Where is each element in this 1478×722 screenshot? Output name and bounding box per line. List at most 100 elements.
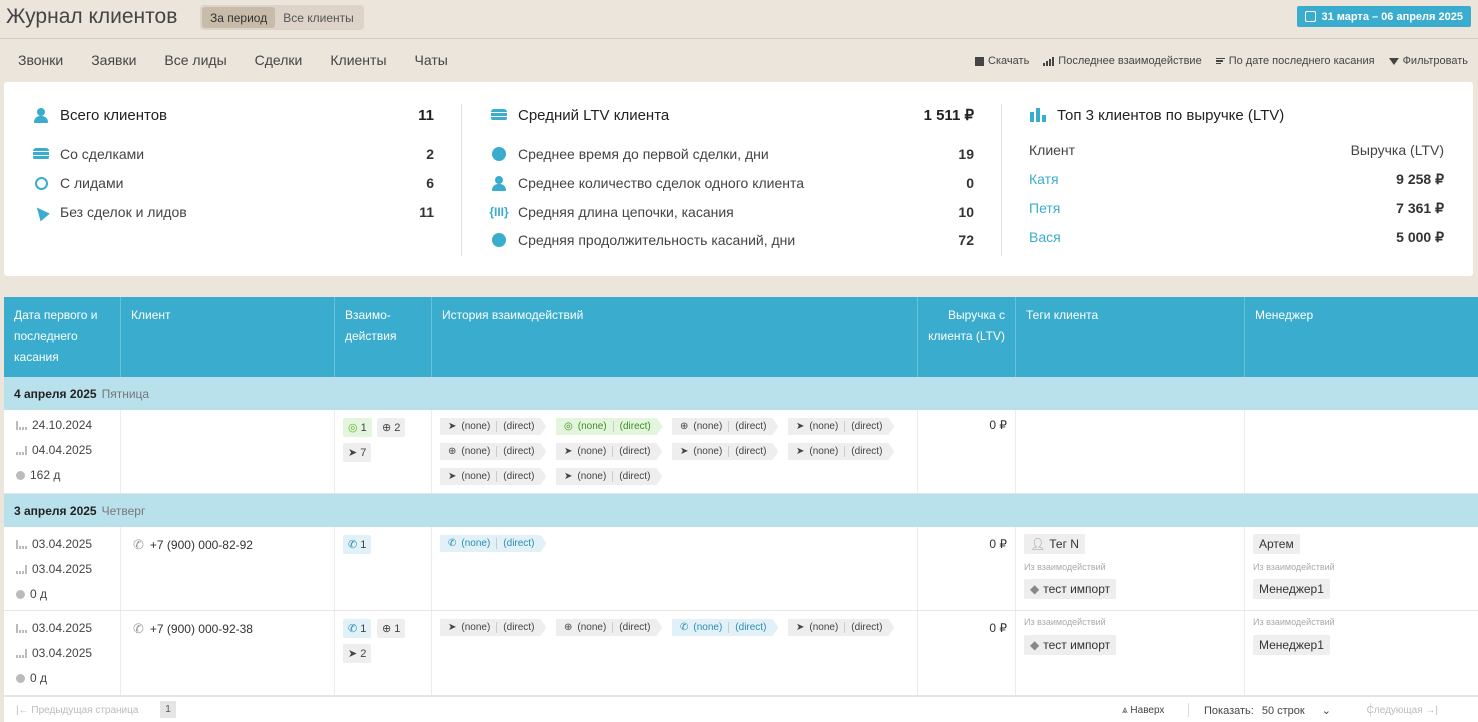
filter-button[interactable]: Фильтровать bbox=[1388, 55, 1468, 67]
send-count-badge[interactable]: ➤ 2 bbox=[343, 644, 372, 663]
col-manager[interactable]: Менеджер bbox=[1245, 297, 1478, 377]
tab-period[interactable]: За период bbox=[202, 7, 276, 28]
table-row[interactable]: 03.04.2025 03.04.2025 0 д ✆ +7 (900) 000-… bbox=[4, 527, 1478, 611]
col-dates[interactable]: Дата первого и последнего касания bbox=[4, 297, 121, 377]
nav-deals[interactable]: Сделки bbox=[255, 52, 303, 68]
revenue-value: 0 ₽ bbox=[989, 537, 1007, 551]
client-phone[interactable]: ✆ +7 (900) 000-82-92 bbox=[133, 537, 253, 553]
sort-button[interactable]: По дате последнего касания bbox=[1215, 55, 1375, 67]
send-icon: ➤ bbox=[680, 446, 689, 457]
col-tags[interactable]: Теги клиента bbox=[1016, 297, 1245, 377]
last-touch-icon bbox=[16, 648, 27, 658]
top-client-link[interactable]: Вася bbox=[1029, 229, 1061, 245]
lead-count: 2 bbox=[394, 421, 401, 434]
prev-page-button[interactable]: |← Предыдущая страница bbox=[16, 705, 138, 716]
nav-all-leads[interactable]: Все лиды bbox=[164, 52, 226, 68]
pill-source: (none) bbox=[461, 446, 491, 457]
call-count-badge[interactable]: ✆ 1 bbox=[343, 535, 372, 554]
phone-icon: ✆ bbox=[348, 623, 358, 635]
manager-tag[interactable]: Менеджер1 bbox=[1253, 579, 1330, 599]
client-tag[interactable]: 👤︎ Тег N bbox=[1024, 534, 1085, 554]
col-interactions[interactable]: Взаимо-действия bbox=[335, 297, 432, 377]
tab-all-clients[interactable]: Все клиенты bbox=[275, 7, 362, 28]
no-deals-label: Без сделок и лидов bbox=[60, 204, 187, 220]
pill-medium: (direct) bbox=[496, 622, 534, 633]
pill-source: (none) bbox=[693, 622, 723, 633]
clock-icon bbox=[16, 470, 25, 480]
history-pill[interactable]: ✆ (none) (direct) bbox=[440, 535, 546, 552]
send-icon: ➤ bbox=[796, 622, 805, 633]
history-pill[interactable]: ➤ (none) (direct) bbox=[788, 619, 894, 636]
nav-requests[interactable]: Заявки bbox=[91, 52, 136, 68]
send-count: 7 bbox=[360, 446, 367, 459]
target-icon: ⊕ bbox=[382, 623, 392, 635]
rows-per-page-select[interactable]: Показать: 50 строк ⌄ bbox=[1204, 704, 1331, 717]
clock-icon bbox=[16, 589, 25, 599]
sort-label: По дате последнего касания bbox=[1228, 55, 1375, 67]
pill-source: (none) bbox=[461, 538, 491, 549]
last-interaction-button[interactable]: Последнее взаимодействие bbox=[1043, 55, 1202, 67]
page-number[interactable]: 1 bbox=[160, 701, 176, 718]
history-pill[interactable]: ⊕ (none) (direct) bbox=[672, 418, 778, 435]
send-icon: ➤ bbox=[448, 622, 457, 633]
chat-count-badge[interactable]: ◎ 1 bbox=[343, 418, 372, 437]
time-deal-icon bbox=[490, 145, 508, 163]
nav-clients[interactable]: Клиенты bbox=[330, 52, 386, 68]
send-icon: ➤ bbox=[796, 446, 805, 457]
client-phone[interactable]: ✆ +7 (900) 000-92-38 bbox=[133, 621, 253, 637]
pill-medium: (direct) bbox=[844, 421, 882, 432]
first-touch-date: 24.10.2024 bbox=[32, 418, 93, 432]
history-pill[interactable]: ➤ (none) (direct) bbox=[556, 443, 662, 460]
tag-label: тест импорт bbox=[1043, 582, 1111, 596]
history-pill[interactable]: ➤ (none) (direct) bbox=[440, 418, 546, 435]
with-leads-value: 6 bbox=[426, 175, 434, 191]
filter-label: Фильтровать bbox=[1402, 55, 1468, 67]
back-to-top-button[interactable]: ⩓ Наверх bbox=[1122, 705, 1164, 716]
call-count-badge[interactable]: ✆ 1 bbox=[343, 619, 372, 638]
history-pill[interactable]: ➤ (none) (direct) bbox=[440, 468, 546, 485]
send-icon: ➤ bbox=[348, 648, 358, 660]
avg-time-value: 19 bbox=[958, 146, 974, 162]
next-page-button[interactable]: Следующая →| bbox=[1367, 705, 1438, 716]
pill-medium: (direct) bbox=[613, 421, 651, 432]
history-pill[interactable]: ⊕ (none) (direct) bbox=[440, 443, 546, 460]
date-range-button[interactable]: 31 марта – 06 апреля 2025 bbox=[1297, 6, 1471, 27]
with-deals-value: 2 bbox=[426, 146, 434, 162]
col-client[interactable]: Клиент bbox=[121, 297, 335, 377]
send-count-badge[interactable]: ➤ 7 bbox=[343, 443, 372, 462]
history-pill[interactable]: ➤ (none) (direct) bbox=[788, 443, 894, 460]
history-pill[interactable]: ⊕ (none) (direct) bbox=[556, 619, 662, 636]
top-client-link[interactable]: Катя bbox=[1029, 171, 1059, 187]
top-client-link[interactable]: Петя bbox=[1029, 200, 1060, 216]
history-pill[interactable]: ➤ (none) (direct) bbox=[440, 619, 546, 636]
pill-source: (none) bbox=[577, 446, 607, 457]
lead-count-badge[interactable]: ⊕ 1 bbox=[377, 619, 406, 638]
divider bbox=[461, 104, 462, 256]
lead-count-badge[interactable]: ⊕ 2 bbox=[377, 418, 406, 437]
history-pill[interactable]: ✆ (none) (direct) bbox=[672, 619, 778, 636]
manager-tag[interactable]: Артем bbox=[1253, 534, 1300, 554]
target-icon bbox=[32, 174, 50, 192]
table-row[interactable]: 24.10.2024 04.04.2025 162 д ◎ 1 ⊕ 2 ➤ 7 ➤ (n… bbox=[4, 410, 1478, 494]
top-title: Топ 3 клиентов по выручке (LTV) bbox=[1057, 106, 1285, 124]
col-history[interactable]: История взаимодействий bbox=[432, 297, 918, 377]
nav-calls[interactable]: Звонки bbox=[18, 52, 63, 68]
next-page-label: Следующая bbox=[1366, 705, 1423, 716]
table-row[interactable]: 03.04.2025 03.04.2025 0 д ✆ +7 (900) 000-… bbox=[4, 611, 1478, 696]
download-button[interactable]: Скачать bbox=[975, 55, 1029, 67]
history-pill[interactable]: ➤ (none) (direct) bbox=[556, 468, 662, 485]
tag-label: тест импорт bbox=[1043, 638, 1111, 652]
client-tag[interactable]: ◆ тест импорт bbox=[1024, 635, 1117, 655]
nav-chats[interactable]: Чаты bbox=[415, 52, 448, 68]
group-date: 3 апреля 2025 bbox=[14, 503, 97, 518]
manager-tag[interactable]: Менеджер1 bbox=[1253, 635, 1330, 655]
call-count: 1 bbox=[360, 538, 367, 551]
tag-icon: ◆ bbox=[1030, 638, 1040, 652]
client-tag[interactable]: ◆ тест импорт bbox=[1024, 579, 1117, 599]
history-pill[interactable]: ➤ (none) (direct) bbox=[672, 443, 778, 460]
rows-per-page-label: Показать: bbox=[1204, 705, 1254, 717]
page-title: Журнал клиентов bbox=[6, 5, 178, 28]
history-pill[interactable]: ◎ (none) (direct) bbox=[556, 418, 663, 435]
col-revenue[interactable]: Выручка с клиента (LTV) bbox=[918, 297, 1016, 377]
history-pill[interactable]: ➤ (none) (direct) bbox=[788, 418, 894, 435]
